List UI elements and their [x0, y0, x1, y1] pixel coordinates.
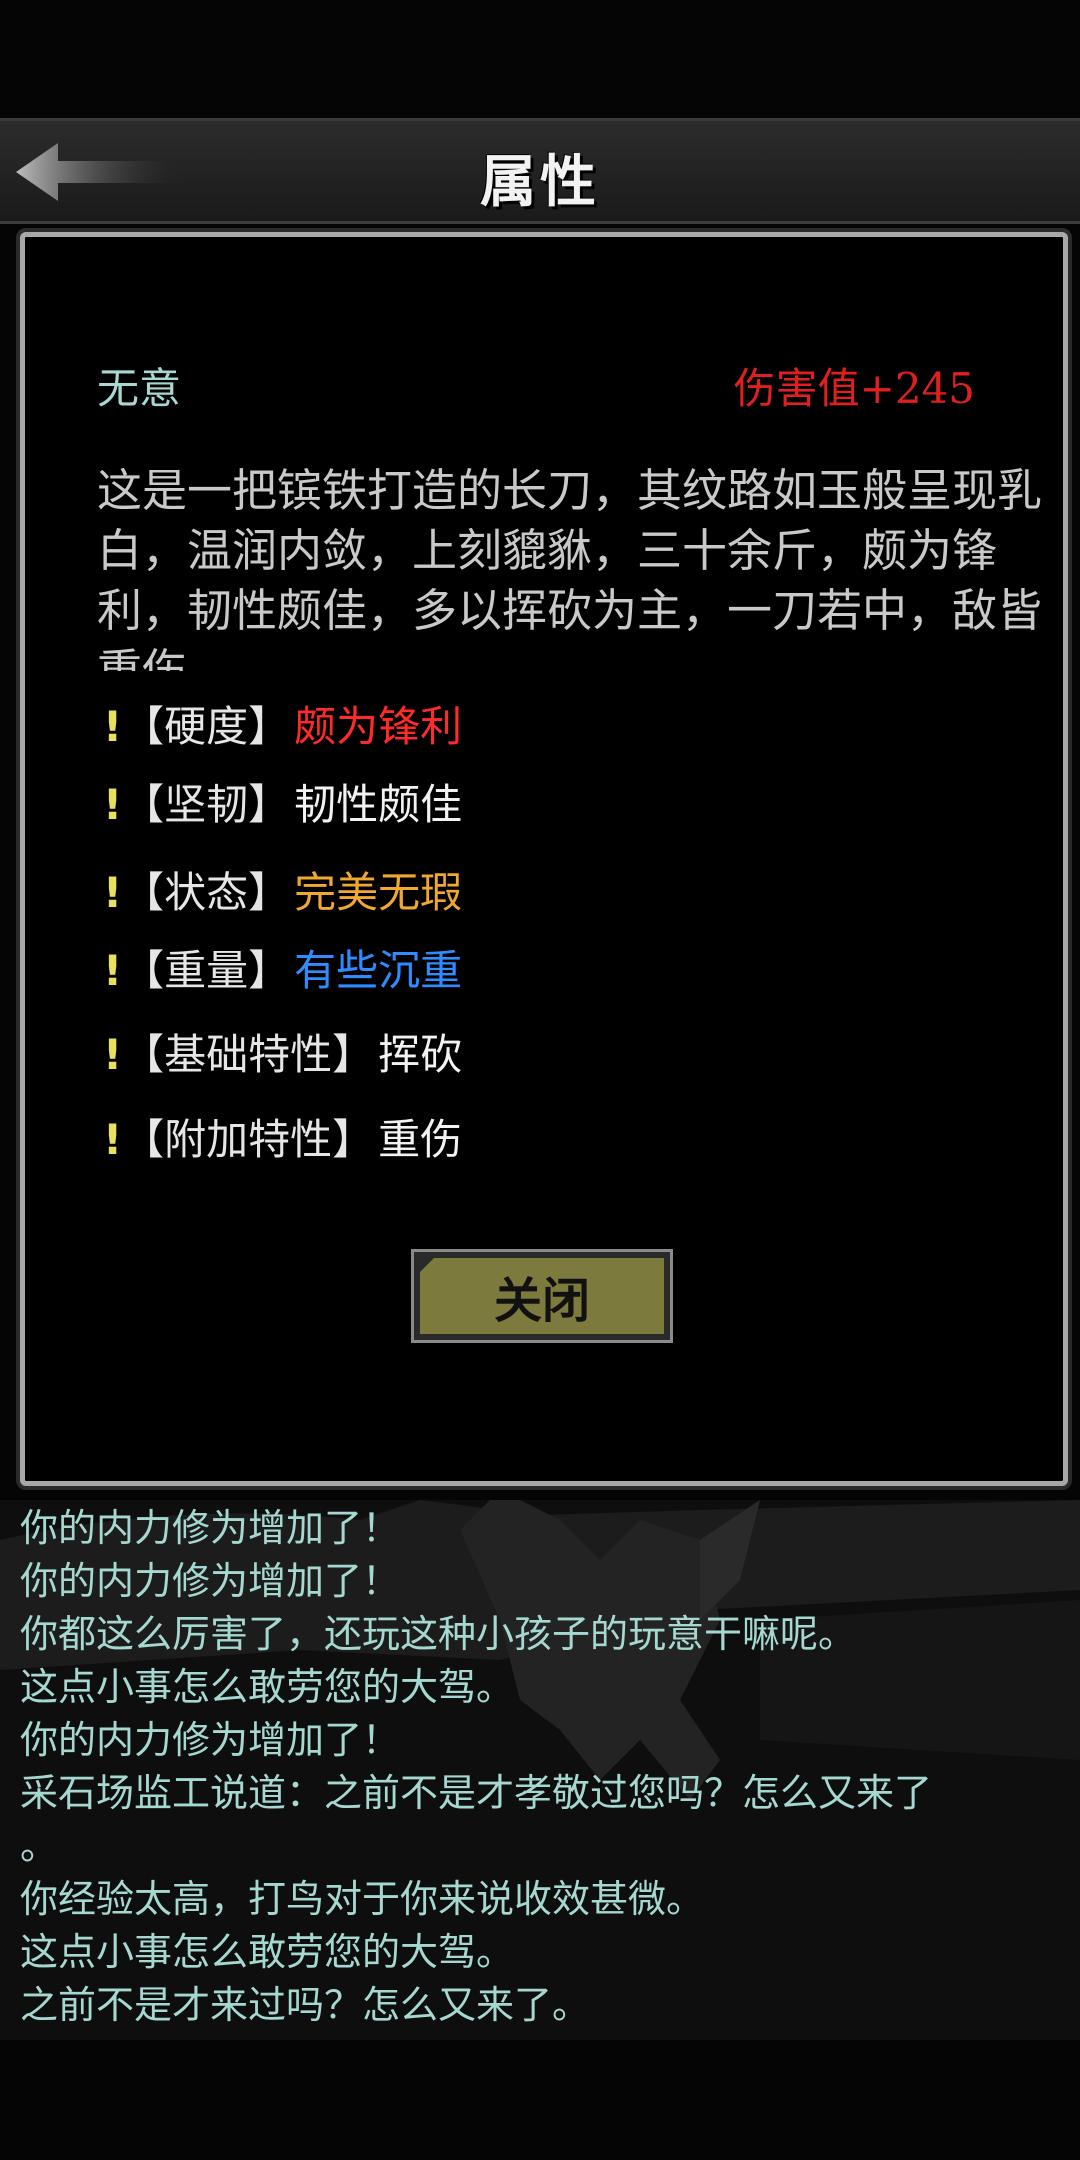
attribute-row-weight: !【重量】有些沉重 [103, 941, 462, 1001]
attribute-value: 重伤 [378, 1115, 463, 1164]
attribute-key: 【附加特性】 [122, 1115, 375, 1164]
message-log[interactable]: 你的内力修为增加了！ 你的内力修为增加了！ 你都这么厉害了，还玩这种小孩子的玩意… [0, 1500, 1080, 2040]
exclamation-icon: ! [103, 946, 123, 995]
page-title: 属性 [480, 150, 600, 215]
item-description-scroll[interactable]: 这是一把镔铁打造的长刀，其纹路如玉般呈现乳白，温润内敛，上刻貔貅，三十余斤，颇为… [97, 461, 1047, 671]
exclamation-icon: ! [103, 868, 123, 917]
attribute-row-hardness: !【硬度】颇为锋利 [103, 697, 462, 757]
attribute-row-toughness: !【坚韧】韧性颇佳 [103, 775, 462, 835]
close-button-label: 关闭 [420, 1258, 664, 1334]
close-button[interactable]: 关闭 [411, 1249, 673, 1343]
attribute-key: 【硬度】 [122, 702, 291, 751]
log-line: 这点小事怎么敢劳您的大驾。 [20, 1665, 515, 1709]
top-bar: 属性 [0, 118, 1080, 224]
exclamation-icon: ! [103, 1115, 123, 1164]
item-attribute-dialog: 无意 伤害值+245 这是一把镔铁打造的长刀，其纹路如玉般呈现乳白，温润内敛，上… [20, 232, 1068, 1486]
attribute-row-extra-trait: !【附加特性】重伤 [103, 1110, 462, 1170]
attribute-value: 韧性颇佳 [294, 780, 463, 829]
log-line: 你的内力修为增加了！ [20, 1506, 401, 1550]
attribute-key: 【坚韧】 [122, 780, 291, 829]
attribute-key: 【基础特性】 [122, 1030, 375, 1079]
log-line: 之前不是才来过吗？怎么又来了。 [20, 1983, 591, 2027]
message-log-lines: 你的内力修为增加了！ 你的内力修为增加了！ 你都这么厉害了，还玩这种小孩子的玩意… [20, 1502, 1060, 2032]
exclamation-icon: ! [103, 1030, 123, 1079]
exclamation-icon: ! [103, 702, 123, 751]
log-line: 你的内力修为增加了！ [20, 1718, 401, 1762]
exclamation-icon: ! [103, 780, 123, 829]
item-name: 无意 [97, 364, 182, 413]
item-description: 这是一把镔铁打造的长刀，其纹路如玉般呈现乳白，温润内敛，上刻貔貅，三十余斤，颇为… [97, 464, 1043, 671]
attribute-key: 【状态】 [122, 868, 291, 917]
attribute-value: 颇为锋利 [294, 702, 463, 751]
attribute-value: 有些沉重 [294, 946, 463, 995]
log-line: 你的内力修为增加了！ [20, 1559, 401, 1603]
log-line: 你都这么厉害了，还玩这种小孩子的玩意干嘛呢。 [20, 1612, 857, 1656]
log-line: 采石场监工说道：之前不是才孝敬过您吗？怎么又来了 [20, 1771, 933, 1815]
attribute-row-condition: !【状态】完美无瑕 [103, 863, 462, 923]
log-line: 这点小事怎么敢劳您的大驾。 [20, 1930, 515, 1974]
attribute-row-base-trait: !【基础特性】挥砍 [103, 1025, 462, 1085]
log-line: 。 [20, 1824, 59, 1868]
attribute-value: 挥砍 [378, 1030, 463, 1079]
log-line: 你经验太高，打鸟对于你来说收效甚微。 [20, 1877, 705, 1921]
attribute-value: 完美无瑕 [294, 868, 463, 917]
attribute-key: 【重量】 [122, 946, 291, 995]
damage-value: 伤害值+245 [733, 364, 975, 413]
